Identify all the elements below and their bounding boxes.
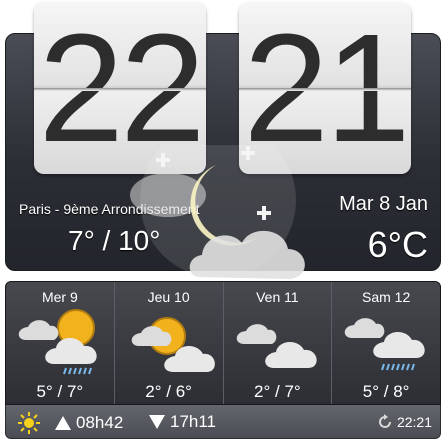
refresh-icon[interactable] [377,414,393,430]
cloudy-icon [236,324,317,368]
forecast-temp-range: 5° / 7° [36,382,84,401]
sunset-time: 17h11 [170,412,217,431]
flip-hinge [34,88,206,91]
forecast-day-name: Jeu 10 [147,289,190,305]
update-group[interactable]: 22:21 [377,414,432,430]
forecast-day[interactable]: Ven 11 2° / 7° [224,282,333,404]
sunrise-arrow-icon [55,416,71,430]
forecast-day[interactable]: Sam 12 5° / 8° [332,282,440,404]
forecast-temp-range: 5° / 8° [362,382,410,401]
sun-cloud-rain-icon [18,309,97,375]
sunrise-group: 08h42 [18,412,123,434]
date-label: Mar 8 Jan [339,193,428,215]
forecast-strip: Mer 9 5° / 7° Jeu 10 2° / 6° Ven 11 2° / [5,281,441,405]
flip-hinge [239,88,411,91]
forecast-day-name: Mer 9 [41,289,78,305]
sunset-group: 17h11 [148,412,216,432]
cloud-rain-icon [344,318,425,371]
sunrise-time: 08h42 [76,413,124,432]
sun-cloud-icon [131,317,215,372]
moon-cloud-icon [130,145,305,279]
forecast-day[interactable]: Mer 9 5° / 7° [6,282,115,404]
forecast-temp-range: 2° / 7° [254,382,301,401]
status-bar: 08h42 17h11 22:21 [5,405,441,439]
forecast-day-name: Sam 12 [362,289,411,305]
sunset-arrow-icon [149,415,165,429]
forecast-temp-range: 2° / 6° [145,382,192,401]
forecast-day-name: Ven 11 [256,289,299,305]
sun-icon [18,412,40,434]
forecast-day[interactable]: Jeu 10 2° / 6° [115,282,224,404]
last-update-time: 22:21 [396,414,432,430]
current-temperature: 6°C [367,224,428,265]
